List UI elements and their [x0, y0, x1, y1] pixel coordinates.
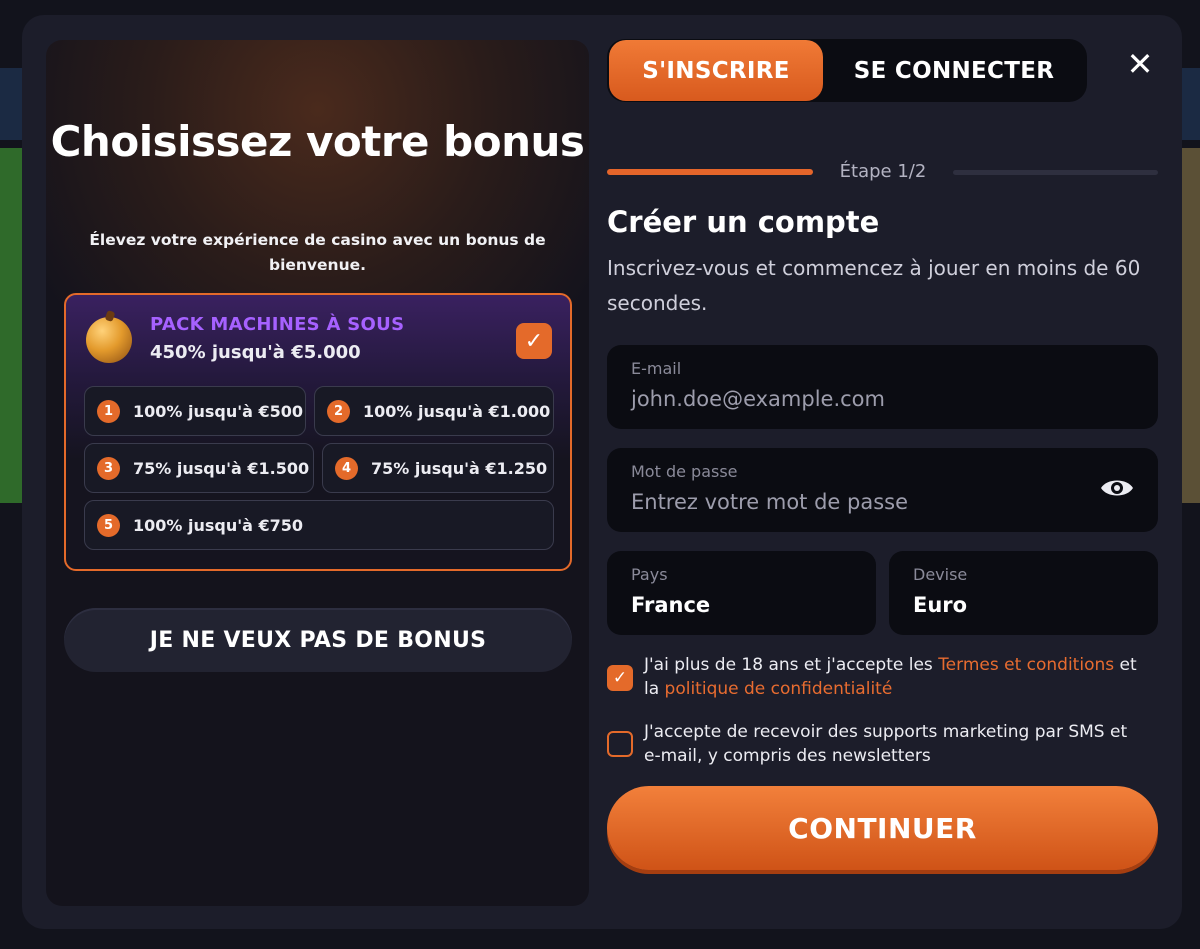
- bonus-panel: Choisissez votre bonus Élevez votre expé…: [46, 40, 589, 906]
- bonus-title: Choisissez votre bonus: [50, 117, 585, 166]
- step-label: Étape 1/2: [839, 161, 927, 182]
- marketing-checkbox[interactable]: [607, 731, 633, 757]
- slot-orb-icon: [86, 317, 132, 363]
- close-icon[interactable]: ✕: [1122, 46, 1158, 82]
- tier-number: 1: [97, 399, 120, 423]
- password-label: Mot de passe: [631, 462, 738, 481]
- password-field[interactable]: Mot de passe Entrez votre mot de passe: [607, 448, 1158, 532]
- country-value: France: [631, 593, 711, 617]
- country-select[interactable]: Pays France: [607, 551, 876, 635]
- tier-text: 100% jusqu'à €750: [133, 515, 304, 535]
- currency-value: Euro: [913, 593, 968, 617]
- password-placeholder: Entrez votre mot de passe: [631, 490, 909, 514]
- tab-login[interactable]: SE CONNECTER: [823, 40, 1085, 101]
- bonus-subtitle: Élevez votre expérience de casino avec u…: [89, 231, 546, 274]
- step-progress-done: [607, 169, 813, 175]
- step-progress-remaining: [953, 170, 1158, 175]
- currency-label: Devise: [913, 565, 968, 584]
- bonus-tier: 4 75% jusqu'à €1.250: [322, 443, 554, 493]
- email-placeholder: john.doe@example.com: [631, 387, 885, 411]
- terms-text: J'ai plus de 18 ans et j'accepte les Ter…: [644, 653, 1144, 701]
- check-icon: ✓: [524, 328, 544, 354]
- form-title: Créer un compte: [607, 205, 880, 239]
- privacy-link[interactable]: politique de confidentialité: [665, 679, 893, 699]
- terms-link[interactable]: Termes et conditions: [938, 655, 1114, 675]
- tier-number: 3: [97, 456, 120, 480]
- bonus-tier: 5 100% jusqu'à €750: [84, 500, 554, 550]
- tab-signup[interactable]: S'INSCRIRE: [609, 40, 823, 101]
- tier-text: 100% jusqu'à €500: [133, 401, 304, 421]
- marketing-text: J'accepte de recevoir des supports marke…: [644, 722, 1128, 766]
- pack-description: 450% jusqu'à €5.000: [150, 342, 361, 363]
- tier-text: 75% jusqu'à €1.500: [133, 458, 310, 478]
- bonus-pack-card[interactable]: PACK MACHINES À SOUS 450% jusqu'à €5.000…: [64, 293, 572, 571]
- tier-number: 5: [97, 513, 120, 537]
- no-bonus-button[interactable]: JE NE VEUX PAS DE BONUS: [64, 608, 572, 672]
- pack-selected-checkbox[interactable]: ✓: [516, 323, 552, 359]
- tier-number: 2: [327, 399, 350, 423]
- bonus-tier: 2 100% jusqu'à €1.000: [314, 386, 554, 436]
- form-subtitle: Inscrivez-vous et commencez à jouer en m…: [607, 256, 1141, 315]
- email-field[interactable]: E-mail john.doe@example.com: [607, 345, 1158, 429]
- bonus-tier: 1 100% jusqu'à €500: [84, 386, 306, 436]
- pack-name: PACK MACHINES À SOUS: [150, 314, 405, 335]
- bonus-tier: 3 75% jusqu'à €1.500: [84, 443, 314, 493]
- email-label: E-mail: [631, 359, 682, 378]
- auth-tabs: S'INSCRIRE SE CONNECTER: [607, 39, 1087, 102]
- tier-number: 4: [335, 456, 358, 480]
- terms-checkbox[interactable]: ✓: [607, 665, 633, 691]
- country-label: Pays: [631, 565, 668, 584]
- check-icon: ✓: [612, 668, 628, 688]
- terms-prefix: J'ai plus de 18 ans et j'accepte les: [644, 655, 939, 675]
- currency-select[interactable]: Devise Euro: [889, 551, 1158, 635]
- tier-text: 100% jusqu'à €1.000: [363, 401, 551, 421]
- tier-text: 75% jusqu'à €1.250: [371, 458, 548, 478]
- continue-button[interactable]: CONTINUER: [607, 786, 1158, 870]
- eye-icon[interactable]: [1100, 476, 1134, 500]
